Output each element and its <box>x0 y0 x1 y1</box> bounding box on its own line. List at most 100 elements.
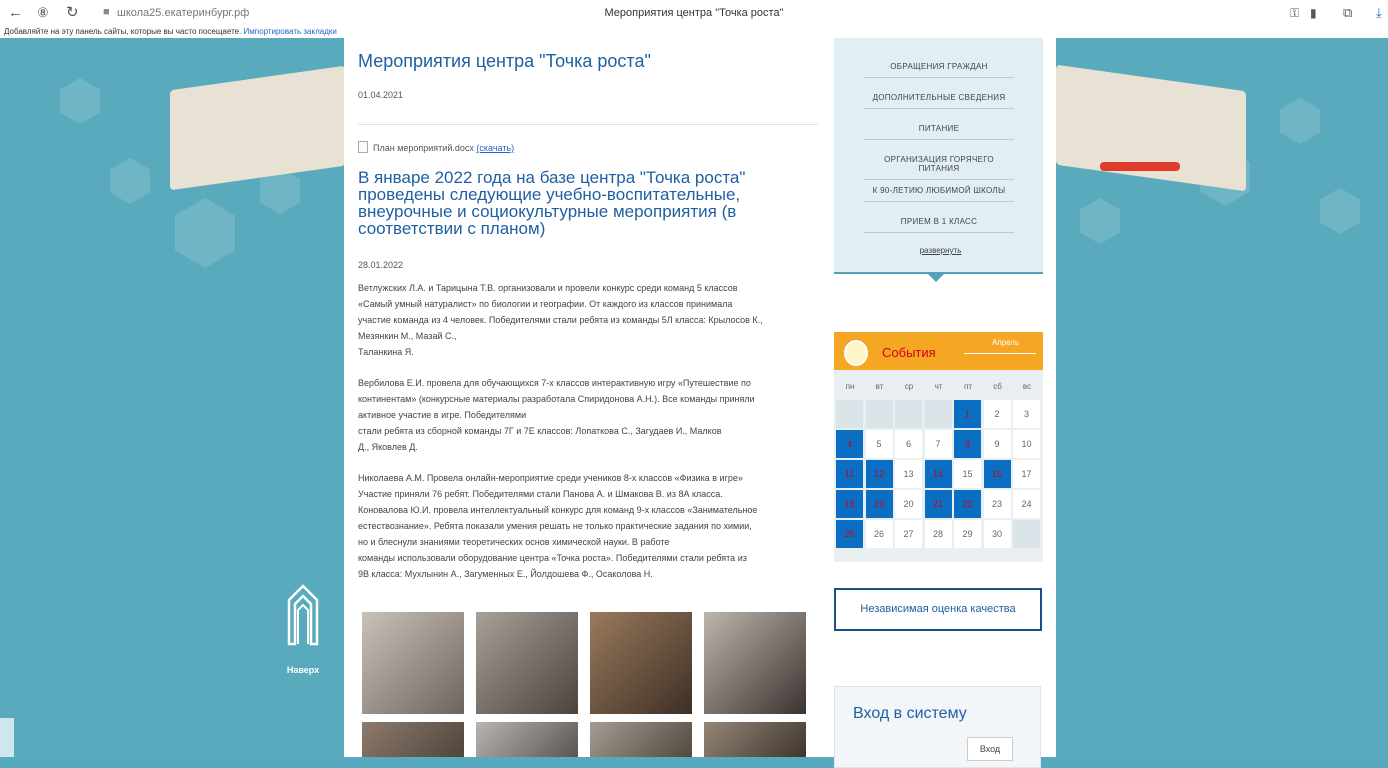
menu-item-nutrition[interactable]: ПИТАНИЕ <box>864 124 1014 140</box>
calendar-grid: пн вт ср чт пт сб вс 1 2 3 4 5 6 7 8 9 10 11 12 13 14 15 16 17 1… <box>834 370 1043 562</box>
calendar-day: 24 <box>1013 490 1040 518</box>
calendar-event-day[interactable]: 4 <box>836 430 863 458</box>
calendar-event-day[interactable]: 22 <box>954 490 981 518</box>
weekday-label: чт <box>934 382 943 391</box>
weekday-label: пт <box>964 382 972 391</box>
calendar-empty-cell <box>836 400 863 428</box>
calendar-day: 2 <box>983 400 1011 428</box>
calendar-event-day[interactable]: 18 <box>836 490 863 518</box>
open-book-illustration <box>170 65 345 191</box>
gallery-photo[interactable] <box>362 612 464 714</box>
attachment: План мероприятий.docx (скачать) <box>358 141 514 153</box>
calendar-day: 20 <box>895 490 922 518</box>
page-title: Мероприятия центра "Точка роста" <box>358 51 651 71</box>
menu-item-anniversary[interactable]: К 90-ЛЕТИЮ ЛЮБИМОЙ ШКОЛЫ <box>864 186 1014 202</box>
bookmarks-bar: Добавляйте на эту панель сайты, которые … <box>4 27 337 36</box>
calendar-event-day[interactable]: 14 <box>924 460 952 488</box>
bookmarks-hint: Добавляйте на эту панель сайты, которые … <box>4 27 242 36</box>
calendar-event-day[interactable]: 8 <box>954 430 981 458</box>
calendar-day: 17 <box>1013 460 1040 488</box>
up-arrow-icon <box>287 584 319 646</box>
weekday-label: пн <box>845 382 855 391</box>
calendar-event-day[interactable]: 1 <box>954 400 981 428</box>
article-subtitle[interactable]: В январе 2022 года на базе центра "Точка… <box>358 169 798 237</box>
article-paragraph: Ветлужских Л.А. и Тарицына Т.В. организо… <box>358 283 763 357</box>
weekday-label: вс <box>1022 382 1032 391</box>
calendar-day: 5 <box>865 430 893 458</box>
calendar-event-day[interactable]: 12 <box>865 460 893 488</box>
gallery-photo[interactable] <box>362 722 464 757</box>
expand-link[interactable]: развернуть <box>834 246 1047 255</box>
independent-assessment-link[interactable]: Независимая оценка качества <box>834 588 1042 631</box>
weekday-label: сб <box>993 382 1002 391</box>
menu-item-hot-meals[interactable]: ОРГАНИЗАЦИЯ ГОРЯЧЕГО ПИТАНИЯ <box>864 155 1014 180</box>
hexagon-decoration <box>60 78 100 124</box>
month-arrows-icon[interactable] <box>964 353 1036 354</box>
browser-nav-row: ← ⑧ ↻ ■ школа25.екатеринбург.рф Мероприя… <box>0 0 1388 26</box>
attachment-name: План мероприятий.docx <box>373 143 474 153</box>
calendar-day: 15 <box>954 460 981 488</box>
hexagon-decoration <box>1320 188 1360 234</box>
hexagon-decoration <box>1280 98 1320 144</box>
browser-toolbar: ← ⑧ ↻ ■ школа25.екатеринбург.рф Мероприя… <box>0 0 1388 38</box>
download-icon[interactable]: ⤓ <box>1376 5 1382 21</box>
back-to-top-label: Наверх <box>286 665 320 675</box>
hexagon-decoration <box>1080 198 1120 244</box>
calendar-event-day[interactable]: 25 <box>836 520 863 548</box>
tab-title: Мероприятия центра "Точка роста" <box>604 7 784 19</box>
calendar-empty-cell <box>1013 520 1040 548</box>
gallery-photo[interactable] <box>704 612 806 714</box>
article-paragraph: Вербилова Е.И. провела для обучающихся 7… <box>358 378 755 452</box>
import-bookmarks-link[interactable]: Импортировать закладки <box>244 27 337 36</box>
calendar-header: События Апрель <box>834 332 1043 370</box>
calendar-day: 27 <box>895 520 922 548</box>
calendar-day: 23 <box>983 490 1011 518</box>
gallery-photo[interactable] <box>476 612 578 714</box>
pencil-illustration <box>1100 162 1180 171</box>
key-icon[interactable]: ⚿ <box>1290 5 1299 21</box>
calendar-empty-cell <box>924 400 952 428</box>
article-content: Мероприятия центра "Точка роста" 01.04.2… <box>344 38 830 757</box>
back-to-top-button[interactable]: Наверх <box>283 582 323 675</box>
calendar-title: События <box>882 345 936 360</box>
weekday-label: вт <box>875 382 884 391</box>
gallery-photo[interactable] <box>590 612 692 714</box>
collections-icon[interactable]: ⧉ <box>1343 5 1352 21</box>
corner-decoration <box>0 718 14 757</box>
calendar-day: 3 <box>1013 400 1040 428</box>
calendar-event-day[interactable]: 16 <box>983 460 1011 488</box>
menu-item-additional-info[interactable]: ДОПОЛНИТЕЛЬНЫЕ СВЕДЕНИЯ <box>864 93 1014 109</box>
calendar-day: 26 <box>865 520 893 548</box>
weekday-label: ср <box>904 382 914 391</box>
subtitle-date: 28.01.2022 <box>358 260 404 270</box>
calendar-event-day[interactable]: 21 <box>924 490 952 518</box>
calendar-empty-cell <box>895 400 922 428</box>
sidebar-menu: ОБРАЩЕНИЯ ГРАЖДАН ДОПОЛНИТЕЛЬНЫЕ СВЕДЕНИ… <box>834 38 1043 274</box>
login-title: Вход в систему <box>853 705 967 722</box>
download-link[interactable]: (скачать) <box>476 143 514 153</box>
menu-item-citizen-appeals[interactable]: ОБРАЩЕНИЯ ГРАЖДАН <box>864 62 1014 78</box>
divider <box>358 124 818 125</box>
gallery-photo[interactable] <box>590 722 692 757</box>
chevron-down-icon <box>928 274 944 282</box>
calendar-event-day[interactable]: 19 <box>865 490 893 518</box>
bookmark-icon[interactable]: ▮ <box>1310 5 1317 21</box>
menu-item-first-grade[interactable]: ПРИЕМ В 1 КЛАСС <box>864 217 1014 233</box>
calendar-day: 9 <box>983 430 1011 458</box>
hexagon-decoration <box>110 158 150 204</box>
calendar-month[interactable]: Апрель <box>992 338 1019 347</box>
login-button[interactable]: Вход <box>967 737 1013 761</box>
document-icon <box>358 141 368 153</box>
calendar-empty-cell <box>865 400 893 428</box>
calendar-day: 6 <box>895 430 922 458</box>
gallery-photo[interactable] <box>476 722 578 757</box>
lightbulb-icon <box>844 340 868 366</box>
login-panel: Вход в систему Вход <box>834 686 1041 768</box>
calendar-day: 29 <box>954 520 981 548</box>
calendar-event-day[interactable]: 11 <box>836 460 863 488</box>
open-book-illustration <box>1056 64 1246 192</box>
hexagon-decoration <box>175 198 235 268</box>
calendar-day: 28 <box>924 520 952 548</box>
calendar-day: 10 <box>1013 430 1040 458</box>
gallery-photo[interactable] <box>704 722 806 757</box>
